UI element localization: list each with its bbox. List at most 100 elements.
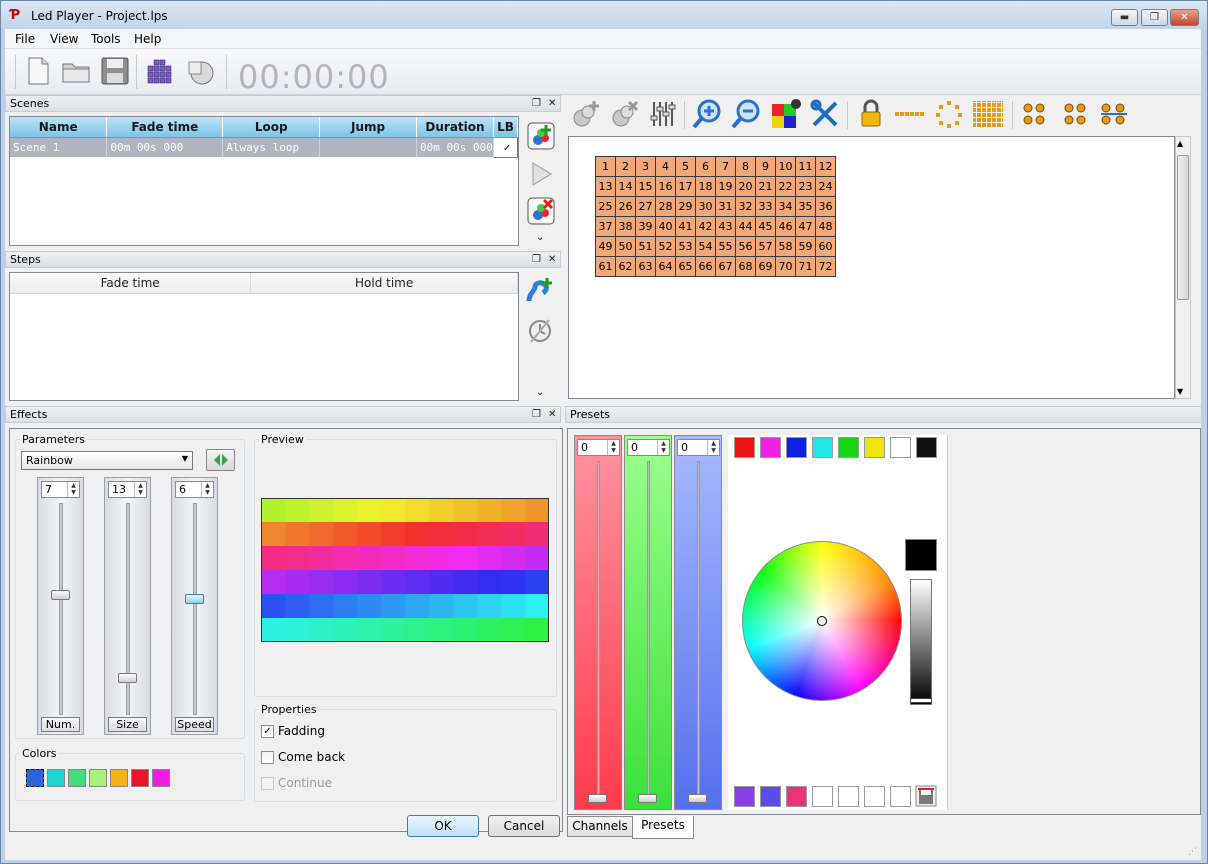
- come-back-checkbox[interactable]: [261, 751, 274, 764]
- led-cell[interactable]: 6: [695, 156, 716, 177]
- effect-color-swatch[interactable]: [26, 769, 44, 787]
- led-cell[interactable]: 18: [695, 176, 716, 197]
- led-cell[interactable]: 54: [695, 236, 716, 257]
- col-fade-time[interactable]: Fade time: [106, 117, 224, 138]
- led-cell[interactable]: 13: [595, 176, 616, 197]
- flip-direction-button[interactable]: [206, 449, 235, 471]
- close-button[interactable]: ✕: [1170, 9, 1199, 26]
- col-step-fade[interactable]: Fade time: [10, 273, 252, 294]
- num-spinbox[interactable]: 7 ▲ ▼: [41, 481, 80, 498]
- led-cell[interactable]: 61: [595, 256, 616, 277]
- led-cell[interactable]: 46: [775, 216, 796, 237]
- menu-file[interactable]: File: [15, 32, 35, 46]
- fadding-checkbox[interactable]: ✓: [261, 725, 274, 738]
- scene-jump[interactable]: [319, 137, 417, 157]
- led-cell[interactable]: 37: [595, 216, 616, 237]
- red-slider-thumb[interactable]: [588, 794, 607, 803]
- led-cell[interactable]: 17: [675, 176, 696, 197]
- vertical-scrollbar[interactable]: ▲ ▼: [1175, 136, 1191, 399]
- add-led-icon[interactable]: [570, 98, 602, 130]
- led-cell[interactable]: 57: [755, 236, 776, 257]
- led-cell[interactable]: 9: [755, 156, 776, 177]
- led-cell[interactable]: 38: [615, 216, 636, 237]
- tab-channels[interactable]: Channels: [567, 816, 633, 837]
- scroll-thumb[interactable]: [1177, 155, 1189, 300]
- scene-fade[interactable]: 00m 00s 000: [106, 137, 224, 157]
- led-cell[interactable]: 11: [795, 156, 816, 177]
- col-jump[interactable]: Jump: [319, 117, 417, 138]
- scene-loop[interactable]: Always loop: [222, 137, 321, 157]
- open-folder-icon[interactable]: [61, 56, 91, 86]
- ok-button[interactable]: OK: [407, 815, 479, 837]
- line-shape-icon[interactable]: [894, 98, 926, 130]
- led-cell[interactable]: 5: [675, 156, 696, 177]
- led-cell[interactable]: 15: [635, 176, 656, 197]
- led-cell[interactable]: 4: [655, 156, 676, 177]
- effect-color-swatch[interactable]: [110, 769, 128, 787]
- brightness-slider[interactable]: [910, 579, 932, 705]
- preset-swatch[interactable]: [838, 786, 859, 807]
- matrix-shape-icon[interactable]: [972, 98, 1004, 130]
- preset-swatch[interactable]: [890, 786, 911, 807]
- led-cell[interactable]: 26: [615, 196, 636, 217]
- green-slider-thumb[interactable]: [638, 794, 657, 803]
- brightness-thumb[interactable]: [910, 698, 932, 703]
- remove-led-icon[interactable]: [609, 98, 641, 130]
- preset-swatch[interactable]: [760, 437, 781, 458]
- add-step-icon[interactable]: [525, 275, 555, 305]
- close-icon[interactable]: ✕: [548, 96, 556, 111]
- led-cell[interactable]: 71: [795, 256, 816, 277]
- spin-arrows-icon[interactable]: ▲ ▼: [707, 440, 719, 455]
- col-step-hold[interactable]: Hold time: [250, 273, 518, 294]
- scene-name[interactable]: Scene 1: [10, 137, 108, 157]
- led-cell[interactable]: 69: [755, 256, 776, 277]
- align-left-icon[interactable]: [1020, 98, 1052, 130]
- size-slider-thumb[interactable]: [118, 672, 137, 683]
- play-icon[interactable]: [526, 159, 556, 189]
- led-cell[interactable]: 50: [615, 236, 636, 257]
- resize-grip-icon[interactable]: ⋰: [1188, 847, 1197, 857]
- cancel-button[interactable]: Cancel: [488, 815, 560, 837]
- led-cell[interactable]: 29: [675, 196, 696, 217]
- align-center-icon[interactable]: [1059, 98, 1091, 130]
- tab-presets[interactable]: Presets: [632, 816, 694, 839]
- led-cell[interactable]: 43: [715, 216, 736, 237]
- effect-color-swatch[interactable]: [131, 769, 149, 787]
- preset-swatch[interactable]: [916, 437, 937, 458]
- disc-icon[interactable]: [185, 56, 215, 86]
- led-cell[interactable]: 39: [635, 216, 656, 237]
- led-cell[interactable]: 16: [655, 176, 676, 197]
- preset-swatch[interactable]: [734, 437, 755, 458]
- preset-swatch[interactable]: [786, 786, 807, 807]
- speed-slider[interactable]: 6 ▲ ▼ Speed: [171, 477, 218, 735]
- effect-select[interactable]: Rainbow ▼: [21, 451, 193, 470]
- chevron-down-icon[interactable]: ⌄: [536, 387, 544, 398]
- blue-spinbox[interactable]: 0 ▲ ▼: [677, 439, 720, 456]
- led-grid-canvas[interactable]: 1 2 3 4 5 6 7 8 9 10 11 12 13 14 15 16 17 18 19 20 21 22 23 24 2…: [568, 136, 1175, 399]
- col-duration[interactable]: Duration: [416, 117, 494, 138]
- col-name[interactable]: Name: [10, 117, 108, 138]
- save-preset-icon[interactable]: [915, 785, 937, 807]
- restore-button[interactable]: ❐: [1141, 9, 1168, 26]
- menu-view[interactable]: View: [50, 32, 78, 46]
- close-icon[interactable]: ✕: [548, 252, 556, 267]
- led-cell[interactable]: 14: [615, 176, 636, 197]
- effect-color-swatch[interactable]: [152, 769, 170, 787]
- led-cell[interactable]: 25: [595, 196, 616, 217]
- equalizer-icon[interactable]: [648, 98, 680, 130]
- led-cell[interactable]: 52: [655, 236, 676, 257]
- led-cell[interactable]: 23: [795, 176, 816, 197]
- scene-lb-checkbox[interactable]: ✓: [492, 136, 519, 158]
- spin-arrows-icon[interactable]: ▲ ▼: [201, 482, 213, 497]
- col-lb[interactable]: LB: [493, 117, 519, 138]
- num-slider-thumb[interactable]: [51, 589, 70, 600]
- spin-arrows-icon[interactable]: ▲ ▼: [134, 482, 146, 497]
- size-slider[interactable]: 13 ▲ ▼ Size: [104, 477, 151, 735]
- led-cell[interactable]: 21: [755, 176, 776, 197]
- float-icon[interactable]: ❐: [532, 252, 541, 267]
- led-cell[interactable]: 20: [735, 176, 756, 197]
- led-cell[interactable]: 32: [735, 196, 756, 217]
- preset-swatch[interactable]: [838, 437, 859, 458]
- num-slider[interactable]: 7 ▲ ▼ Num.: [37, 477, 84, 735]
- speed-spinbox[interactable]: 6 ▲ ▼: [175, 481, 214, 498]
